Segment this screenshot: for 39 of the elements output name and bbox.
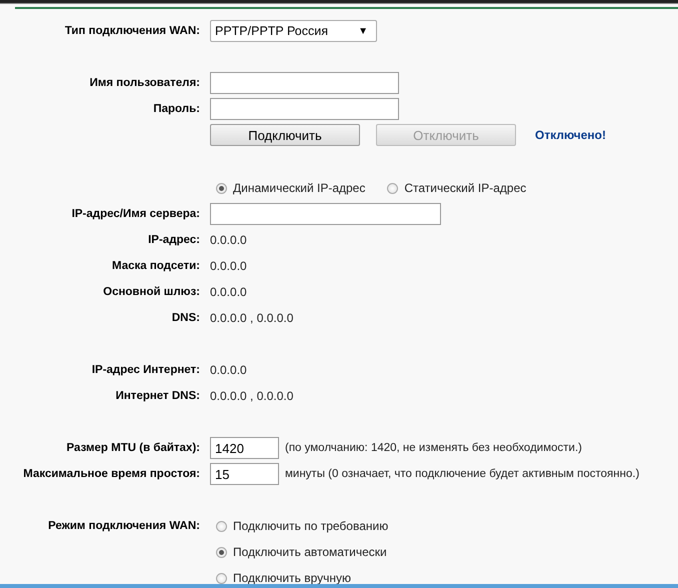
radio-button[interactable] <box>216 572 227 584</box>
field-value: 0.0.0.0 , 0.0.0.0 <box>210 389 294 403</box>
radio-label: Динамический IP-адрес <box>233 181 366 195</box>
field-label: IP-адрес: <box>147 234 201 246</box>
field-label: IP-адрес/Имя сервера: <box>70 208 201 220</box>
field-label: IP-адрес Интернет: <box>90 364 201 376</box>
field-label: Интернет DNS: <box>114 390 201 402</box>
radio-label: Подключить автоматически <box>233 545 387 559</box>
field-label: Тип подключения WAN: <box>64 25 201 37</box>
field-label: Размер MTU (в байтах): <box>66 442 201 454</box>
field-label: Основной шлюз: <box>102 286 201 298</box>
field-label: Имя пользователя: <box>88 77 201 89</box>
input-field[interactable]: 15 <box>210 463 279 485</box>
input-field[interactable]: 1420 <box>210 437 279 459</box>
field-value: 0.0.0.0 <box>210 259 247 273</box>
radio-label: Подключить вручную <box>233 571 351 585</box>
field-hint: минуты (0 означает, что подключение будет активным постоянно.) <box>285 468 640 480</box>
field-value: 0.0.0.0 <box>210 285 247 299</box>
field-label: Пароль: <box>152 103 201 115</box>
radio-button[interactable] <box>216 520 227 532</box>
field-label: Режим подключения WAN: <box>47 520 201 532</box>
radio-label: Статический IP-адрес <box>404 181 526 195</box>
field-value: 0.0.0.0 <box>210 233 247 247</box>
radio-button[interactable] <box>216 546 227 558</box>
connect-button[interactable]: Подключить <box>210 124 360 146</box>
username-field[interactable] <box>210 72 399 94</box>
radio-button[interactable] <box>387 182 398 194</box>
server-field[interactable] <box>210 203 441 225</box>
field-label: Маска подсети: <box>111 260 201 272</box>
connection-type-dropdown[interactable]: PPTP/PPTP Россия ▼ <box>210 20 377 42</box>
field-hint: (по умолчанию: 1420, не изменять без необходимости.) <box>285 442 582 454</box>
field-value: 0.0.0.0 <box>210 363 247 377</box>
connection-status: Отключено! <box>535 128 606 142</box>
radio-button[interactable] <box>216 182 227 194</box>
radio-label: Подключить по требованию <box>233 519 388 533</box>
password-field[interactable] <box>210 98 399 120</box>
field-label: Максимальное время простоя: <box>22 468 201 480</box>
field-value: 0.0.0.0 , 0.0.0.0 <box>210 311 294 325</box>
field-label: DNS: <box>170 312 201 324</box>
